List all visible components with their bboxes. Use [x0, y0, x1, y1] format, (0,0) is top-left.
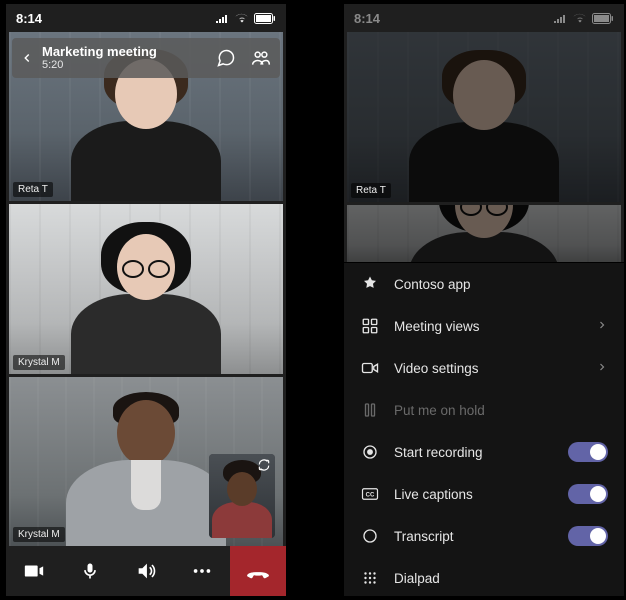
flip-camera-icon[interactable] [257, 458, 271, 477]
status-bar: 8:14 [6, 4, 286, 32]
sheet-item-label: Contoso app [394, 277, 608, 292]
sheet-item-contoso-app[interactable]: Contoso app [344, 263, 624, 305]
self-preview[interactable] [209, 454, 275, 538]
people-icon[interactable] [250, 48, 272, 68]
svg-text:CC: CC [366, 493, 375, 499]
sheet-item-dialpad[interactable]: Dialpad [344, 557, 624, 596]
app-icon [360, 275, 380, 293]
chat-icon[interactable] [216, 48, 236, 68]
participant-tile[interactable]: Krystal M [9, 204, 283, 373]
sheet-item-video-settings[interactable]: Video settings [344, 347, 624, 389]
more-actions-sheet: Contoso app Meeting views Video settings [344, 262, 624, 596]
sheet-item-captions[interactable]: CC Live captions [344, 473, 624, 515]
chevron-right-icon [596, 361, 608, 376]
hangup-button[interactable] [230, 546, 286, 596]
sheet-item-recording[interactable]: Start recording [344, 431, 624, 473]
phone-call-view: 8:14 Reta T Krystal M Krystal M [6, 4, 286, 596]
meeting-title-block: Marketing meeting 5:20 [42, 45, 208, 71]
sheet-item-label: Meeting views [394, 319, 582, 334]
sheet-item-label: Put me on hold [394, 403, 608, 418]
sheet-item-label: Transcript [394, 529, 554, 544]
video-icon [360, 359, 380, 377]
participant-name: Krystal M [13, 355, 65, 370]
meeting-duration: 5:20 [42, 59, 208, 71]
sheet-item-label: Video settings [394, 361, 582, 376]
status-icons [553, 13, 614, 24]
mic-button[interactable] [62, 546, 118, 596]
speaker-button[interactable] [118, 546, 174, 596]
phone-actionsheet-view: 8:14 Reta T Contoso app Meet [344, 4, 624, 596]
participant-tile: Reta T [347, 32, 621, 202]
sheet-item-label: Live captions [394, 487, 554, 502]
more-button[interactable] [174, 546, 230, 596]
status-icons [215, 13, 276, 24]
toggle-switch[interactable] [568, 484, 608, 504]
sheet-item-meeting-views[interactable]: Meeting views [344, 305, 624, 347]
meeting-header: Marketing meeting 5:20 [12, 38, 280, 78]
participant-name: Reta T [351, 183, 391, 198]
participant-tile[interactable]: Krystal M [9, 377, 283, 546]
dialpad-icon [360, 569, 380, 587]
record-icon [360, 443, 380, 461]
call-controls [6, 546, 286, 596]
video-grid: Reta T Krystal M Krystal M [9, 32, 283, 546]
status-time: 8:14 [16, 11, 42, 26]
video-grid-dimmed: Reta T [347, 32, 621, 262]
status-time: 8:14 [354, 11, 380, 26]
participant-name: Krystal M [13, 527, 65, 542]
back-button[interactable] [20, 51, 34, 65]
meeting-title: Marketing meeting [42, 45, 208, 59]
grid-icon [360, 317, 380, 335]
sheet-item-label: Dialpad [394, 571, 608, 586]
sheet-item-hold: Put me on hold [344, 389, 624, 431]
hold-icon [360, 401, 380, 419]
participant-name: Reta T [13, 182, 53, 197]
camera-button[interactable] [6, 546, 62, 596]
cc-icon: CC [360, 485, 380, 503]
sheet-item-transcript[interactable]: Transcript [344, 515, 624, 557]
transcript-icon [360, 527, 380, 545]
toggle-switch[interactable] [568, 526, 608, 546]
toggle-switch[interactable] [568, 442, 608, 462]
status-bar: 8:14 [344, 4, 624, 32]
sheet-item-label: Start recording [394, 445, 554, 460]
chevron-right-icon [596, 319, 608, 334]
participant-tile [347, 205, 621, 262]
